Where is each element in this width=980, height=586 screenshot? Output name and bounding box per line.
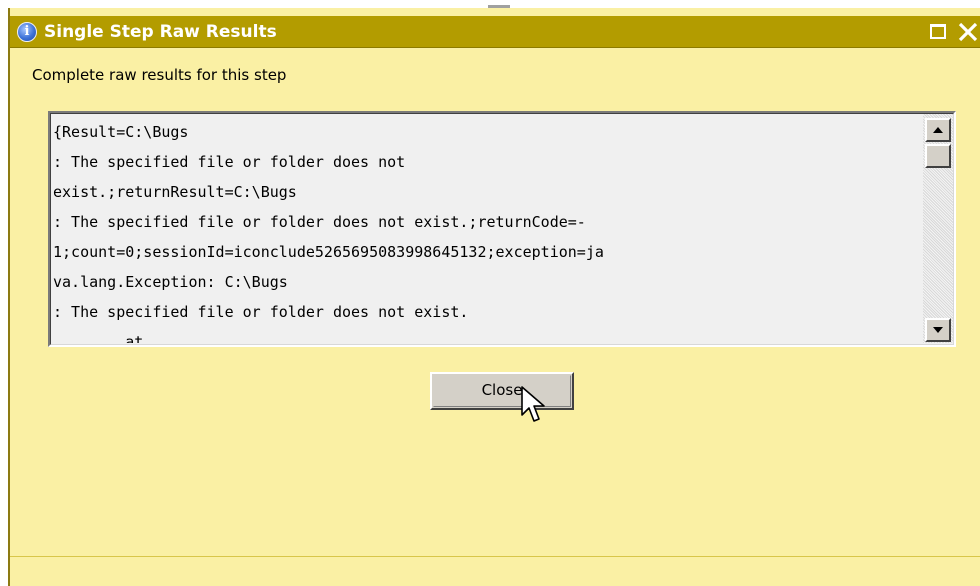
- title-bar[interactable]: i Single Step Raw Results: [10, 16, 980, 48]
- arrow-down-icon: [933, 327, 943, 333]
- arrow-up-icon: [933, 127, 943, 133]
- scrollbar-thumb[interactable]: [925, 144, 951, 168]
- mouse-pointer-icon: [521, 386, 545, 422]
- info-icon: i: [17, 22, 37, 42]
- scroll-up-button[interactable]: [925, 118, 951, 142]
- window-title: Single Step Raw Results: [44, 22, 277, 42]
- results-line: : The specified file or folder does not …: [53, 213, 586, 231]
- dialog-footer-divider: [10, 556, 980, 557]
- vertical-scrollbar[interactable]: [923, 114, 953, 343]
- scroll-down-button[interactable]: [925, 318, 951, 342]
- close-button[interactable]: Close: [430, 372, 574, 410]
- raw-results-dialog: i Single Step Raw Results Complete raw r…: [8, 8, 980, 586]
- results-line: : The specified file or folder does not …: [53, 303, 469, 321]
- results-line: {Result=C:\Bugs: [53, 123, 189, 141]
- raw-results-text[interactable]: {Result=C:\Bugs : The specified file or f…: [53, 117, 919, 343]
- dialog-description: Complete raw results for this step: [32, 66, 287, 84]
- results-line: at: [53, 333, 144, 343]
- results-line: 1;count=0;sessionId=iconclude52656950839…: [53, 243, 604, 261]
- results-line: exist.;returnResult=C:\Bugs: [53, 183, 297, 201]
- top-notch: [488, 0, 510, 8]
- close-icon[interactable]: [956, 21, 980, 43]
- results-line: : The specified file or folder does not: [53, 153, 406, 171]
- maximize-icon[interactable]: [930, 24, 946, 39]
- results-line: va.lang.Exception: C:\Bugs: [53, 273, 288, 291]
- raw-results-textarea[interactable]: {Result=C:\Bugs : The specified file or f…: [48, 111, 956, 347]
